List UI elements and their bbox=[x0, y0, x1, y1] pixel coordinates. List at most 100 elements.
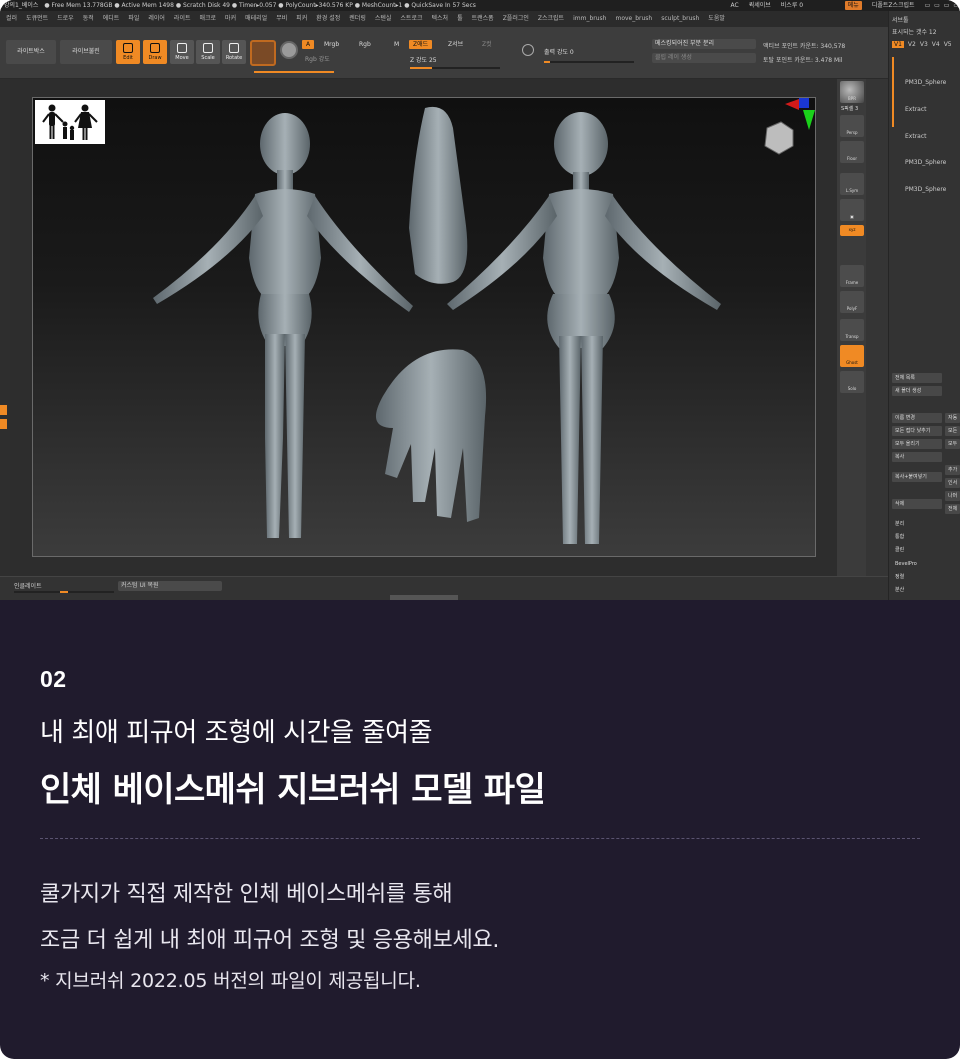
subtool-action-button[interactable]: 삭제 bbox=[892, 499, 942, 509]
transp-button[interactable]: Transp bbox=[840, 319, 864, 341]
menu-item[interactable]: imm_brush bbox=[573, 11, 606, 27]
menu-item[interactable]: 마커 bbox=[225, 11, 236, 27]
subtool-side-button[interactable]: 모든 bbox=[945, 426, 960, 436]
subtool-action-button[interactable]: 새 폴더 생성 bbox=[892, 386, 942, 396]
view-cube-icon[interactable] bbox=[764, 121, 794, 155]
menu-item[interactable]: 파일 bbox=[128, 11, 139, 27]
menu-item[interactable]: 피커 bbox=[296, 11, 307, 27]
version-tab[interactable]: V2 bbox=[908, 41, 916, 48]
seethrough-slider[interactable]: 비스루 0 bbox=[780, 0, 835, 11]
subtool-item[interactable]: PM3D_Sphere bbox=[905, 186, 946, 193]
scale-button[interactable]: Scale bbox=[196, 40, 220, 64]
edit-button[interactable]: Edit bbox=[116, 40, 140, 64]
bottom-collapse-handle[interactable] bbox=[390, 595, 458, 600]
livebool-button[interactable]: 라이브불린 bbox=[60, 40, 112, 64]
lsym-button[interactable]: L.Sym bbox=[840, 173, 864, 195]
menu-item[interactable]: 스트로크 bbox=[400, 11, 422, 27]
version-tab[interactable]: V4 bbox=[932, 41, 940, 48]
solo-button[interactable]: Solo bbox=[840, 371, 864, 393]
brush-icon[interactable] bbox=[280, 41, 298, 59]
rgb-toggle[interactable]: Rgb bbox=[355, 40, 375, 49]
spix-label[interactable]: S픽셀 3 bbox=[841, 105, 858, 112]
menu-item[interactable]: 매크로 bbox=[199, 11, 216, 27]
a-toggle[interactable]: A bbox=[302, 40, 315, 49]
split-masked-button[interactable]: 메스킹되어진 부분 분리 bbox=[652, 39, 756, 49]
subtool-item[interactable]: Extract bbox=[905, 133, 927, 140]
draw-button[interactable]: Draw bbox=[143, 40, 167, 64]
subtool-side-button[interactable]: 자동 bbox=[945, 413, 960, 423]
move-button[interactable]: Move bbox=[170, 40, 194, 64]
zadd-toggle[interactable]: Z애드 bbox=[409, 40, 433, 49]
menu-item[interactable]: move_brush bbox=[615, 11, 652, 27]
visible-count-label[interactable]: 표시되는 갯수 12 bbox=[892, 27, 937, 36]
subtool-action-button[interactable]: 정렬 bbox=[892, 572, 942, 582]
subtool-side-button[interactable]: 모두 bbox=[945, 439, 960, 449]
draw-size-slider[interactable] bbox=[544, 61, 634, 63]
menu-item[interactable]: Z플러그인 bbox=[503, 11, 529, 27]
subtool-action-button[interactable]: 클린 bbox=[892, 545, 942, 555]
subtool-action-button[interactable]: 이름 변경 bbox=[892, 413, 942, 423]
menus-button[interactable]: 메뉴 bbox=[844, 1, 862, 10]
subtool-action-button[interactable]: 복사 bbox=[892, 452, 942, 462]
subtool-action-button[interactable]: 모든 접다 낮추기 bbox=[892, 426, 942, 436]
menu-item[interactable]: Z스크립트 bbox=[538, 11, 564, 27]
menu-item[interactable]: 렌더링 bbox=[349, 11, 366, 27]
subtool-action-button[interactable]: 전체 목록 bbox=[892, 373, 942, 383]
subtool-action-button[interactable]: 통합 bbox=[892, 532, 942, 542]
viewport[interactable] bbox=[32, 97, 816, 557]
window-controls-icon[interactable]: ▭ ▭ ▭ ▭ bbox=[925, 0, 960, 11]
menu-item[interactable]: 환경 설정 bbox=[316, 11, 340, 27]
menu-item[interactable]: 도움말 bbox=[708, 11, 725, 27]
focal-shift-icon[interactable] bbox=[522, 44, 534, 56]
xyz-button[interactable]: xyz bbox=[840, 225, 864, 236]
subtool-header[interactable]: 서브툴 bbox=[892, 15, 909, 24]
menu-item[interactable]: 컬러 bbox=[6, 11, 17, 27]
default-zscript-button[interactable]: 디폴트Z스크립트 bbox=[872, 0, 915, 11]
menu-item[interactable]: 동적 bbox=[83, 11, 94, 27]
version-tab[interactable]: V5 bbox=[944, 41, 952, 48]
subtool-side-button[interactable]: 나머 bbox=[945, 491, 960, 501]
bpr-button[interactable]: BPR bbox=[840, 81, 864, 103]
subtool-action-button[interactable]: 분리 bbox=[892, 519, 942, 529]
menu-item[interactable]: 드로우 bbox=[57, 11, 74, 27]
subtool-side-button[interactable]: 인서 bbox=[945, 478, 960, 488]
menu-item[interactable]: 툴 bbox=[457, 11, 463, 27]
menu-item[interactable]: 무비 bbox=[276, 11, 287, 27]
menu-item[interactable]: 매테리얼 bbox=[245, 11, 267, 27]
menu-item[interactable]: sculpt_brush bbox=[661, 11, 699, 27]
menu-item[interactable]: 텍스처 bbox=[432, 11, 449, 27]
rotate-button[interactable]: Rotate bbox=[222, 40, 246, 64]
menu-item[interactable]: 라이트 bbox=[174, 11, 191, 27]
zsub-toggle[interactable]: Z서브 bbox=[444, 40, 467, 49]
menu-item[interactable]: 스텐실 bbox=[375, 11, 392, 27]
mrgb-toggle[interactable]: Mrgb bbox=[320, 40, 343, 49]
subtool-action-button[interactable]: 모두 올리기 bbox=[892, 439, 942, 449]
menu-item[interactable]: 에디트 bbox=[103, 11, 120, 27]
lock-button[interactable]: ▣ bbox=[840, 199, 864, 221]
subtool-side-button[interactable]: 추가 bbox=[945, 465, 960, 475]
subtool-item[interactable]: Extract bbox=[905, 106, 927, 113]
menu-item[interactable]: 도큐먼트 bbox=[26, 11, 48, 27]
clip-ray-button[interactable]: 클립 레이 생성 bbox=[652, 53, 756, 63]
ghost-button[interactable]: Ghost bbox=[840, 345, 864, 367]
quicksave-button[interactable]: 퀵세이브 bbox=[749, 0, 771, 11]
version-tab[interactable]: V1 bbox=[892, 41, 904, 48]
menu-item[interactable]: 레이어 bbox=[148, 11, 165, 27]
subtool-side-button[interactable]: 전체 bbox=[945, 504, 960, 514]
menu-item[interactable]: 트랜스폼 bbox=[472, 11, 494, 27]
m-toggle[interactable]: M bbox=[390, 40, 403, 49]
subtool-item[interactable]: PM3D_Sphere bbox=[905, 79, 946, 86]
floor-button[interactable]: Floor bbox=[840, 141, 864, 163]
polyf-button[interactable]: PolyF bbox=[840, 291, 864, 313]
subtool-action-button[interactable]: 복사+붙여넣기 bbox=[892, 472, 942, 482]
subtool-action-button[interactable]: 분산 bbox=[892, 585, 942, 595]
persp-button[interactable]: Persp bbox=[840, 115, 864, 137]
version-tab[interactable]: V3 bbox=[920, 41, 928, 48]
restore-custom-ui-button[interactable]: 커스텀 UI 복원 bbox=[118, 581, 222, 591]
zcut-toggle[interactable]: Z컷 bbox=[478, 40, 496, 49]
subtool-item[interactable]: PM3D_Sphere bbox=[905, 159, 946, 166]
subtool-action-button[interactable]: BevelPro bbox=[892, 559, 942, 569]
material-sphere-icon[interactable] bbox=[250, 40, 276, 66]
lightbox-button[interactable]: 라이트박스 bbox=[6, 40, 56, 64]
frame-button[interactable]: Frame bbox=[840, 265, 864, 287]
